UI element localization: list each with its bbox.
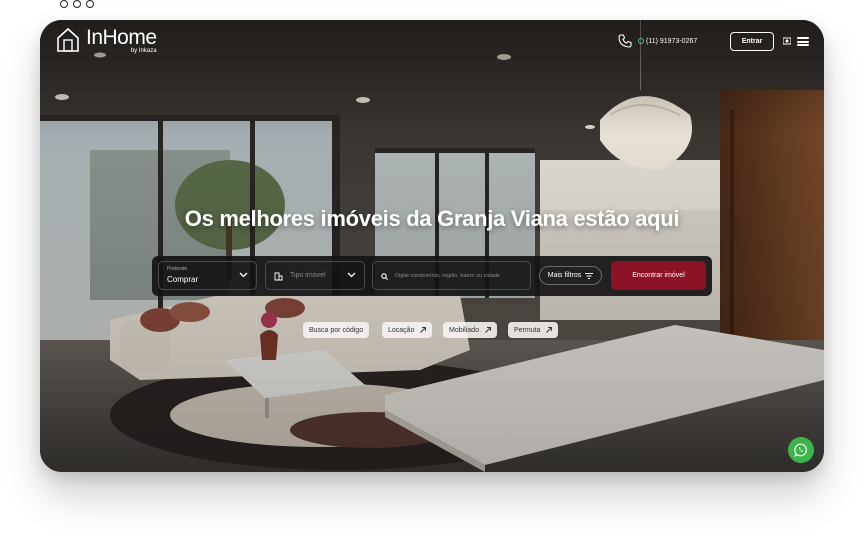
more-filters-button[interactable]: Mais filtros: [539, 266, 602, 285]
purpose-select[interactable]: Pretendo Comprar: [158, 261, 257, 290]
phone-contact[interactable]: (11) 91973-0267: [618, 34, 697, 48]
chevron-down-icon: [239, 272, 248, 278]
window-dot[interactable]: [60, 0, 68, 8]
browser-window: InHome by Inkaza (11) 91973-0267 Entrar …: [40, 20, 824, 472]
whatsapp-button[interactable]: [788, 437, 814, 463]
chevron-down-icon: [347, 272, 356, 278]
more-filters-label: Mais filtros: [547, 272, 582, 279]
whatsapp-icon: [794, 443, 807, 457]
whatsapp-icon: [638, 38, 644, 44]
arrow-icon: [485, 327, 491, 333]
property-type-placeholder: Tipo imóvel: [290, 272, 326, 279]
hero-headline: Os melhores imóveis da Granja Viana estã…: [184, 206, 680, 231]
flag-icon[interactable]: [783, 37, 791, 45]
chip-label: Mobiliado: [449, 326, 479, 334]
search-input[interactable]: Digite condomínio, região, bairro ou cid…: [372, 261, 531, 290]
menu-icon[interactable]: [797, 37, 809, 46]
purpose-value: Comprar: [167, 275, 199, 284]
find-property-button[interactable]: Encontrar imóvel: [611, 261, 706, 290]
brand-logo[interactable]: InHome by Inkaza: [56, 27, 157, 54]
phone-number: (11) 91973-0267: [646, 37, 698, 45]
chip-permuta[interactable]: Permuta: [508, 322, 559, 338]
window-controls: [60, 0, 94, 8]
phone-icon: [618, 34, 632, 48]
chip-busca-codigo[interactable]: Busca por código: [303, 322, 370, 338]
chip-mobiliado[interactable]: Mobiliado: [443, 322, 497, 338]
chip-label: Busca por código: [309, 326, 364, 334]
arrow-icon: [546, 327, 553, 333]
chip-locacao[interactable]: Locação: [382, 322, 433, 338]
login-button[interactable]: Entrar: [730, 32, 774, 51]
search-placeholder: Digite condomínio, região, bairro ou cid…: [395, 273, 500, 279]
search-icon: [381, 273, 388, 280]
filter-icon: [585, 272, 594, 279]
chip-label: Permuta: [514, 326, 541, 334]
window-dot[interactable]: [86, 0, 94, 8]
chip-label: Locação: [388, 326, 415, 334]
home-logo-icon: [57, 27, 79, 52]
search-bar: Pretendo Comprar Tipo imóvel Digite cond…: [152, 256, 712, 296]
property-type-select[interactable]: Tipo imóvel: [265, 261, 365, 290]
hero-background-image: [40, 20, 824, 472]
window-dot[interactable]: [73, 0, 81, 8]
site-header: InHome by Inkaza (11) 91973-0267 Entrar: [40, 20, 824, 70]
arrow-icon: [420, 327, 427, 333]
purpose-label: Pretendo: [167, 266, 188, 272]
building-icon: [274, 272, 283, 281]
brand-name: InHome: [86, 26, 157, 49]
